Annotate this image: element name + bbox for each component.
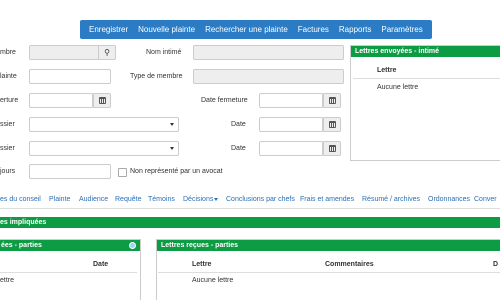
non-represente-checkbox[interactable] <box>118 168 127 177</box>
lettres-recues-panel: Lettres reçues - parties <box>156 239 500 300</box>
lettres-envoyees-col-lettre: Lettre <box>377 67 397 74</box>
parties-row-lettre: ettre <box>0 277 15 284</box>
tab-plainte[interactable]: Plainte <box>49 196 70 203</box>
lettres-envoyees-empty: Aucune lettre <box>377 84 419 91</box>
date-ouverture-calendar-button[interactable] <box>93 93 111 108</box>
date-1-field[interactable] <box>259 117 323 132</box>
chevron-down-icon <box>214 197 219 201</box>
menu-factures[interactable]: Factures <box>293 25 334 34</box>
menu-parametres[interactable]: Paramètres <box>376 25 427 34</box>
menu-rapports[interactable]: Rapports <box>334 25 376 34</box>
nom-intime-field[interactable] <box>193 45 344 60</box>
label-non-represente: Non représenté par un avocat <box>130 168 223 175</box>
lettres-envoyees-title: Lettres envoyées - intimé <box>351 46 500 57</box>
date-ouverture-field[interactable] <box>29 93 93 108</box>
tab-requete[interactable]: Requête <box>115 196 141 203</box>
lettres-envoyees-panel: Lettres envoyées - intimé <box>350 45 500 161</box>
tab-resume-archives[interactable]: Résumé / archives <box>362 196 420 203</box>
date-2-field[interactable] <box>259 141 323 156</box>
label-date-2: Date <box>231 145 246 152</box>
menu-nouvelle-plainte[interactable]: Nouvelle plainte <box>133 25 200 34</box>
date-fermeture-field[interactable] <box>259 93 323 108</box>
chevron-down-icon <box>170 123 174 126</box>
lettres-recues-title: Lettres reçues - parties <box>157 240 500 251</box>
calendar-icon <box>328 145 336 152</box>
divider <box>158 272 500 273</box>
search-member-button[interactable]: ⚲ <box>98 45 116 60</box>
date-fermeture-calendar-button[interactable] <box>323 93 341 108</box>
chevron-down-icon <box>170 147 174 150</box>
menu-enregistrer[interactable]: Enregistrer <box>84 25 133 34</box>
tab-conclusions[interactable]: Conclusions par chefs <box>226 196 295 203</box>
label-date-1: Date <box>231 121 246 128</box>
label-jours: jours <box>0 168 16 175</box>
tab-bar: es du conseil Plainte Audience Requête T… <box>0 192 500 209</box>
label-membre: mbre <box>0 49 16 56</box>
lettres-envoyees-parties-title: ées - parties <box>0 240 140 251</box>
lettres-envoyees-parties-panel: ées - parties <box>0 239 141 300</box>
label-dossier-2: ssier <box>0 145 15 152</box>
lettres-recues-empty: Aucune lettre <box>192 277 234 284</box>
tab-ordonnances[interactable]: Ordonnances <box>428 196 470 203</box>
label-type-membre: Type de membre <box>130 73 183 80</box>
tab-conversations[interactable]: Conver <box>474 196 497 203</box>
label-plainte: lainte <box>0 73 17 80</box>
calendar-icon <box>328 97 336 104</box>
tab-temoins[interactable]: Témoins <box>148 196 175 203</box>
label-date-fermeture: Date fermeture <box>201 97 248 104</box>
dossier-select-2[interactable] <box>29 141 179 156</box>
tab-audience[interactable]: Audience <box>79 196 108 203</box>
tab-decisions[interactable]: Décisions <box>183 196 219 203</box>
plainte-field[interactable] <box>29 69 111 84</box>
label-dossier-1: ssier <box>0 121 15 128</box>
page: Enregistrer Nouvelle plainte Rechercher … <box>0 0 500 300</box>
date-2-calendar-button[interactable] <box>323 141 341 156</box>
divider <box>0 272 137 273</box>
tab-membres-conseil[interactable]: es du conseil <box>0 196 41 203</box>
tab-decisions-label: Décisions <box>183 196 214 203</box>
parties-col-date: Date <box>93 261 109 268</box>
menu-rechercher-plainte[interactable]: Rechercher une plainte <box>200 25 293 34</box>
jours-field[interactable] <box>29 164 111 179</box>
top-menu: Enregistrer Nouvelle plainte Rechercher … <box>80 20 432 39</box>
label-nom-intime: Nom intimé <box>146 49 182 56</box>
lettres-recues-col-lettre: Lettre <box>192 261 212 268</box>
calendar-icon <box>328 121 336 128</box>
type-membre-field[interactable] <box>193 69 344 84</box>
tab-frais-amendes[interactable]: Frais et amendes <box>300 196 354 203</box>
dossier-select-1[interactable] <box>29 117 179 132</box>
lettres-recues-col-commentaires: Commentaires <box>325 261 374 268</box>
label-ouverture: erture <box>0 97 19 104</box>
calendar-icon <box>98 97 106 104</box>
divider <box>353 78 500 79</box>
lettres-recues-col-extra: D <box>493 261 499 268</box>
parties-impliquees-bar: es impliquées <box>0 217 500 228</box>
membre-field[interactable] <box>29 45 99 60</box>
date-1-calendar-button[interactable] <box>323 117 341 132</box>
settings-icon[interactable] <box>129 242 136 249</box>
search-icon: ⚲ <box>104 47 110 57</box>
